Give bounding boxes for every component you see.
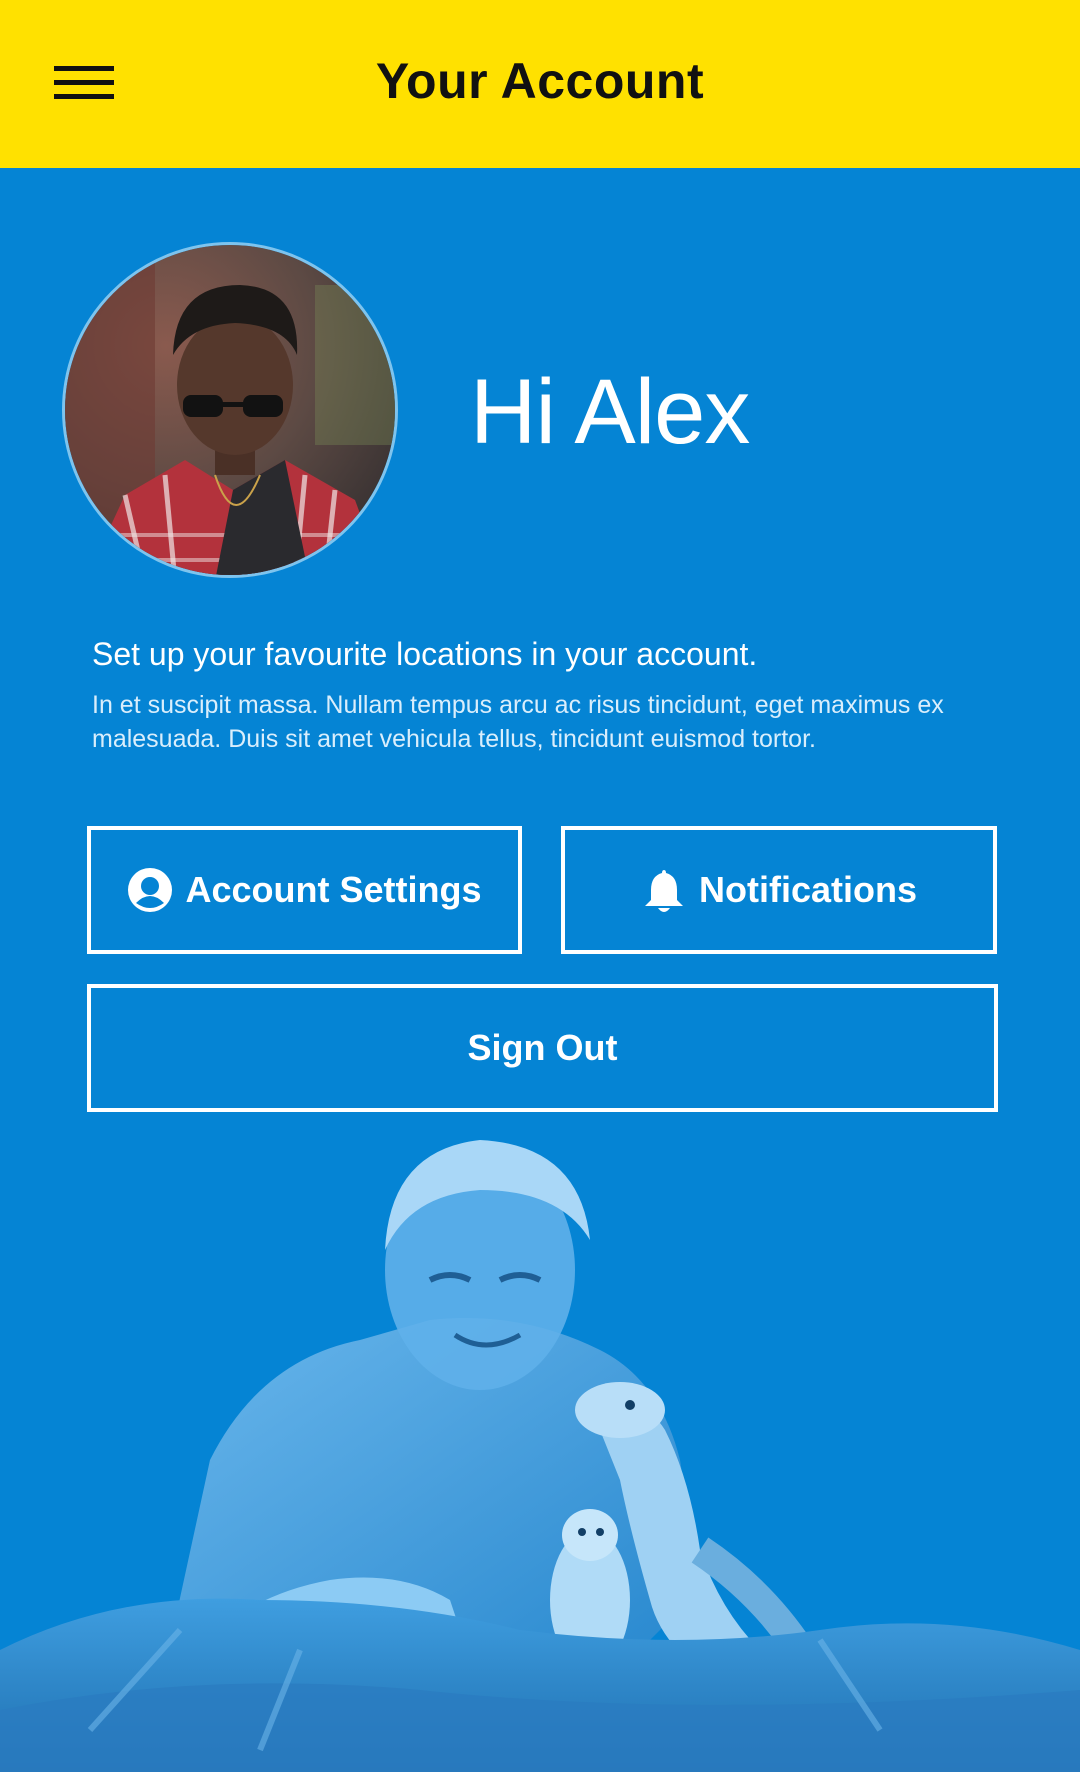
- greeting-text: Hi Alex: [470, 361, 750, 463]
- sign-out-label: Sign Out: [467, 1027, 618, 1068]
- bell-icon: [641, 866, 687, 914]
- top-app-bar: Your Account: [0, 0, 1080, 168]
- account-icon: [127, 867, 173, 913]
- hero-illustration: [0, 1130, 1080, 1772]
- page-title: Your Account: [375, 53, 705, 109]
- account-settings-label: Account Settings: [185, 869, 482, 910]
- intro-body: In et suscipit massa. Nullam tempus arcu…: [92, 691, 944, 753]
- sign-out-button[interactable]: Sign Out: [87, 984, 998, 1112]
- notifications-button[interactable]: Notifications: [561, 826, 997, 954]
- intro-title: Set up your favourite locations in your …: [92, 636, 758, 672]
- account-settings-button[interactable]: Account Settings: [87, 826, 522, 954]
- profile-photo: [65, 245, 395, 575]
- avatar[interactable]: [62, 242, 398, 578]
- notifications-label: Notifications: [698, 869, 917, 910]
- account-screen: Your Account Hi Alex Set up your favouri…: [0, 0, 1080, 1772]
